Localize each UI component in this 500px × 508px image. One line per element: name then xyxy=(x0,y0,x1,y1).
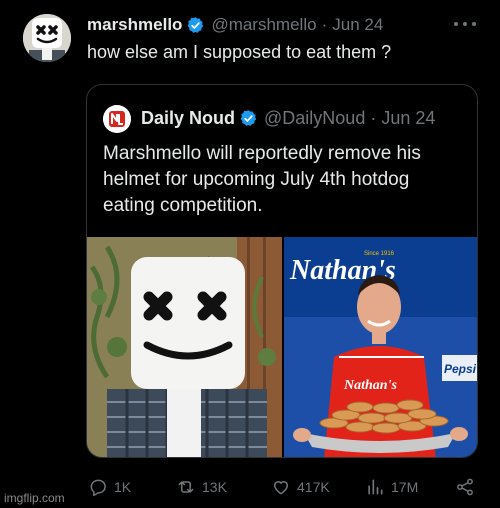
quoted-media[interactable]: Nathan's Since 1916 Pepsi Nathan's xyxy=(87,237,477,457)
media-image-nathans[interactable]: Nathan's Since 1916 Pepsi Nathan's xyxy=(284,237,477,457)
heart-icon xyxy=(274,481,288,495)
repost-icon xyxy=(178,481,194,493)
verified-badge-icon xyxy=(188,16,204,33)
quoted-author-handle[interactable]: @DailyNoud xyxy=(264,108,365,129)
views-button[interactable]: 17M xyxy=(365,472,418,502)
like-button[interactable]: 417K xyxy=(271,472,330,502)
shirt-text: Nathan's xyxy=(343,378,397,393)
views-count: 17M xyxy=(391,479,419,495)
reply-icon xyxy=(90,479,106,497)
marshmello-photo xyxy=(87,237,282,457)
separator-dot: · xyxy=(321,15,328,34)
share-icon xyxy=(457,478,473,496)
separator-dot: · xyxy=(370,107,377,128)
like-count: 417K xyxy=(297,479,330,495)
quoted-author-name[interactable]: Daily Noud xyxy=(141,108,235,129)
author-name[interactable]: marshmello xyxy=(87,15,182,35)
daily-noud-logo-icon xyxy=(103,105,131,133)
action-bar: 1K 13K 417K 17M xyxy=(0,472,500,502)
since-text: Since 1916 xyxy=(364,251,395,257)
repost-count: 13K xyxy=(202,479,227,495)
quoted-avatar[interactable] xyxy=(103,105,131,133)
tweet-date[interactable]: Jun 24 xyxy=(332,15,383,35)
quoted-date[interactable]: Jun 24 xyxy=(381,108,435,129)
verified-badge-icon xyxy=(240,109,257,126)
quoted-text: Marshmello will reportedly remove his he… xyxy=(103,143,421,216)
views-icon xyxy=(368,479,383,495)
reply-button[interactable]: 1K xyxy=(88,472,131,502)
more-dots-icon[interactable] xyxy=(454,16,476,32)
avatar[interactable] xyxy=(23,14,71,62)
tweet-header: marshmello @marshmello · Jun 24 xyxy=(87,14,383,36)
side-sign-text: Pepsi xyxy=(444,362,477,376)
quoted-header: Daily Noud @DailyNoud · Jun 24 xyxy=(141,106,435,130)
repost-button[interactable]: 13K xyxy=(176,472,227,502)
imgflip-watermark: imgflip.com xyxy=(4,491,65,505)
marshmello-avatar-icon xyxy=(23,14,71,62)
media-image-marshmello[interactable] xyxy=(87,237,282,457)
author-handle[interactable]: @marshmello xyxy=(211,15,316,35)
share-button[interactable] xyxy=(455,472,481,502)
tweet[interactable]: marshmello @marshmello · Jun 24 how else… xyxy=(0,0,500,508)
hotdog-contest-photo: Nathan's Since 1916 Pepsi Nathan's xyxy=(284,237,477,457)
quoted-tweet[interactable]: Daily Noud @DailyNoud · Jun 24 Marshmell… xyxy=(86,84,478,458)
reply-count: 1K xyxy=(114,479,132,495)
tweet-text: how else am I supposed to eat them ? xyxy=(87,42,392,62)
